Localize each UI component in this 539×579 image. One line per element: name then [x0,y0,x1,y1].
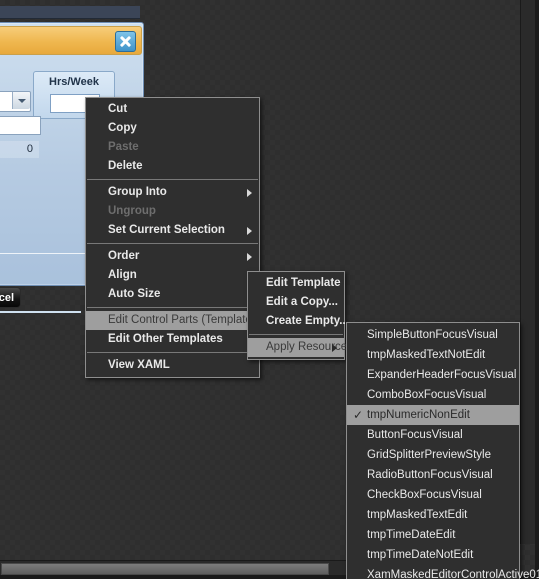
canvas-right-edge [535,0,539,579]
chevron-right-icon [247,227,252,235]
menu-item-label: CheckBoxFocusVisual [367,489,482,501]
chevron-right-icon [247,189,252,197]
resource-item-buttonfocusvisual[interactable]: ButtonFocusVisual [347,425,519,445]
chevron-right-icon [247,253,252,261]
menu-item-edit-other-templates[interactable]: Edit Other Templates [86,330,259,349]
menu-item-label: Order [108,250,140,262]
combo-box[interactable] [0,91,31,112]
menu-item-label: ExpanderHeaderFocusVisual [367,369,517,381]
menu-separator [87,243,258,244]
menu-separator [87,352,258,353]
menu-item-ungroup: Ungroup [86,202,259,221]
context-menu[interactable]: Cut Copy Paste Delete Group Into Ungroup… [85,97,260,378]
menu-item-label: Set Current Selection [108,224,225,236]
menu-item-label: tmpMaskedTextNotEdit [367,349,486,361]
numeric-field[interactable]: 0 [0,141,39,158]
menu-item-paste: Paste [86,138,259,157]
resource-item-comboboxfocusvisual[interactable]: ComboBoxFocusVisual [347,385,519,405]
menu-item-label: ComboBoxFocusVisual [367,389,487,401]
submenu-edit-control-parts[interactable]: Edit Template Edit a Copy... Create Empt… [247,271,349,360]
menu-item-label: SimpleButtonFocusVisual [367,329,498,341]
resource-item-radiobuttonfocusvisual[interactable]: RadioButtonFocusVisual [347,465,519,485]
menu-item-label: tmpNumericNonEdit [367,409,470,421]
menu-item-label: XamMaskedEditorControlActive01 [367,569,539,579]
menu-item-label: Edit Control Parts (Template) [108,314,256,326]
menu-item-label: View XAML [108,359,170,371]
resource-item-gridsplitterpreviewstyle[interactable]: GridSplitterPreviewStyle [347,445,519,465]
menu-item-align[interactable]: Align [86,266,259,285]
resource-item-simplebuttonfocusvisual[interactable]: SimpleButtonFocusVisual [347,325,519,345]
menu-separator [87,307,258,308]
menu-item-label: Auto Size [108,288,161,300]
menu-item-label: tmpTimeDateNotEdit [367,549,474,561]
menu-item-label: GridSplitterPreviewStyle [367,449,491,461]
menu-item-label: Edit Other Templates [108,333,223,345]
close-icon[interactable] [115,31,136,52]
check-icon: ✓ [353,408,364,422]
menu-item-edit-a-copy[interactable]: Edit a Copy... [248,293,344,312]
menu-item-copy[interactable]: Copy [86,119,259,138]
resource-item-tmpmaskedtextedit[interactable]: tmpMaskedTextEdit [347,505,519,525]
resource-item-tmpmaskedtextnotedit[interactable]: tmpMaskedTextNotEdit [347,345,519,365]
resource-item-checkboxfocusvisual[interactable]: CheckBoxFocusVisual [347,485,519,505]
menu-item-delete[interactable]: Delete [86,157,259,176]
dialog-bottom-edge [0,311,81,313]
chevron-down-icon[interactable] [12,92,30,109]
design-surface-strip [0,6,140,19]
menu-item-edit-template[interactable]: Edit Template [248,274,344,293]
hrs-week-label: Hrs/Week [49,76,99,88]
resource-item-xammaskededitorcontrolactive01[interactable]: XamMaskedEditorControlActive01 [347,565,539,579]
menu-item-order[interactable]: Order [86,247,259,266]
menu-item-label: RadioButtonFocusVisual [367,469,493,481]
menu-separator [87,179,258,180]
menu-item-label: tmpMaskedTextEdit [367,509,468,521]
menu-item-edit-control-parts[interactable]: Edit Control Parts (Template) [86,311,259,330]
menu-item-label: Edit Template [266,277,341,289]
app-canvas: Hrs/Week 0 ncel Cut Copy Paste Delete Gr… [0,0,539,579]
menu-item-apply-resource[interactable]: Apply Resource [248,338,347,357]
resource-item-expanderheaderfocusvisual[interactable]: ExpanderHeaderFocusVisual [347,365,519,385]
menu-item-label: Align [108,269,137,281]
menu-item-label: Paste [108,141,139,153]
menu-item-label: tmpTimeDateEdit [367,529,456,541]
menu-item-label: Create Empty... [266,315,349,327]
vertical-scrollbar[interactable] [520,0,535,544]
menu-item-auto-size[interactable]: Auto Size [86,285,259,304]
resource-item-tmptimedatenotedit[interactable]: tmpTimeDateNotEdit [347,545,519,565]
menu-separator [249,334,343,335]
resource-item-tmpnumericnonedit[interactable]: ✓ tmpNumericNonEdit [347,405,519,425]
cancel-button[interactable]: ncel [0,287,21,308]
menu-item-label: Copy [108,122,137,134]
chevron-right-icon [332,344,337,352]
menu-item-label: Ungroup [108,205,156,217]
menu-item-group-into[interactable]: Group Into [86,183,259,202]
menu-item-label: ButtonFocusVisual [367,429,463,441]
menu-item-label: Cut [108,103,128,115]
menu-item-label: Edit a Copy... [266,296,338,308]
menu-item-cut[interactable]: Cut [86,100,259,119]
horizontal-scrollbar-thumb[interactable] [1,563,329,575]
resource-item-tmptimedateedit[interactable]: tmpTimeDateEdit [347,525,519,545]
menu-item-label: Group Into [108,186,167,198]
submenu-apply-resource[interactable]: SimpleButtonFocusVisual tmpMaskedTextNot… [346,322,539,579]
menu-item-set-current-selection[interactable]: Set Current Selection [86,221,259,240]
menu-item-label: Delete [108,160,143,172]
dialog-titlebar [0,26,142,55]
menu-item-create-empty[interactable]: Create Empty... [248,312,349,331]
menu-item-view-xaml[interactable]: View XAML [86,356,259,375]
text-field[interactable] [0,116,41,135]
